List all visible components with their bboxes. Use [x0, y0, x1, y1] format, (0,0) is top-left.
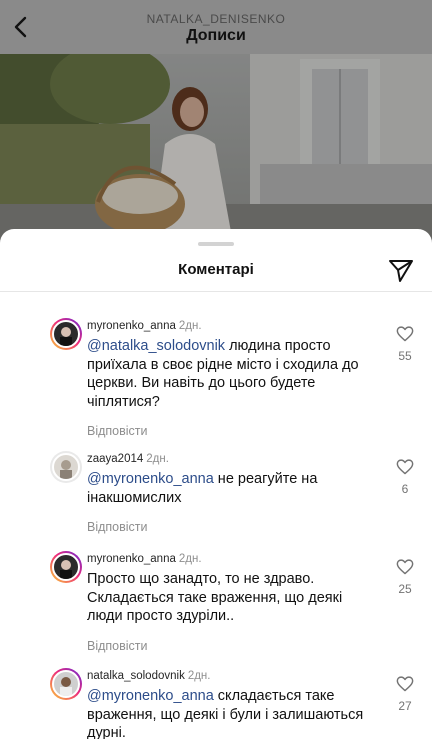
page-title: Дописи	[186, 27, 246, 44]
like-button[interactable]: 55	[392, 326, 418, 363]
comment-text: Просто що занадто, то не здраво. Складає…	[87, 571, 343, 624]
reply-button[interactable]: Відповісти	[87, 424, 148, 438]
comment-text: @myronenko_anna складається таке враженн…	[87, 687, 370, 739]
share-button[interactable]	[387, 256, 415, 284]
sheet-grabber-handle[interactable]	[198, 242, 234, 246]
comment-text: @myronenko_anna не реагуйте на інакшомис…	[87, 470, 370, 507]
like-count: 55	[398, 349, 412, 363]
avatar[interactable]	[50, 451, 82, 483]
comment-time: 2дн.	[178, 320, 202, 332]
like-count: 6	[401, 482, 409, 496]
like-button[interactable]: 27	[392, 676, 418, 713]
avatar-image	[52, 453, 80, 481]
heart-icon	[396, 326, 414, 342]
header-username[interactable]: NATALKA_DENISENKO	[0, 12, 432, 26]
post-photo	[0, 54, 432, 254]
comment-username[interactable]: myronenko_anna	[87, 553, 176, 565]
like-count: 25	[398, 582, 412, 596]
reply-button[interactable]: Відповісти	[87, 520, 148, 534]
mention-link[interactable]: @myronenko_anna	[87, 688, 214, 704]
like-button[interactable]: 25	[392, 559, 418, 596]
comments-sheet: Коментарі myronenko_anna 2дн. @natalka_so…	[0, 229, 432, 739]
comment-time: 2дн.	[146, 453, 169, 465]
heart-icon	[396, 459, 414, 475]
comment-username[interactable]: zaaya2014	[87, 453, 143, 465]
send-icon	[389, 260, 413, 282]
like-button[interactable]: 6	[392, 459, 418, 496]
post-header: NATALKA_DENISENKO Дописи	[0, 0, 432, 54]
avatar[interactable]	[50, 551, 82, 583]
mention-link[interactable]: @natalka_solodovnik	[87, 338, 225, 354]
avatar-image	[52, 320, 80, 348]
heart-icon	[396, 676, 414, 692]
reply-button[interactable]: Відповісти	[87, 639, 148, 653]
avatar[interactable]	[50, 668, 82, 700]
avatar-image	[52, 670, 80, 698]
header-divider	[0, 291, 432, 292]
comment-username[interactable]: natalka_solodovnik	[87, 670, 185, 682]
mention-link[interactable]: @myronenko_anna	[87, 471, 214, 487]
comment-text: @natalka_solodovnik людина просто приїха…	[87, 337, 370, 411]
heart-icon	[396, 559, 414, 575]
comment-time: 2дн.	[178, 553, 202, 565]
comments-title: Коментарі	[178, 261, 254, 278]
comment-username[interactable]: myronenko_anna	[87, 320, 176, 332]
comment-time: 2дн.	[187, 670, 211, 682]
like-count: 27	[398, 699, 412, 713]
avatar[interactable]	[50, 318, 82, 350]
avatar-image	[52, 553, 80, 581]
